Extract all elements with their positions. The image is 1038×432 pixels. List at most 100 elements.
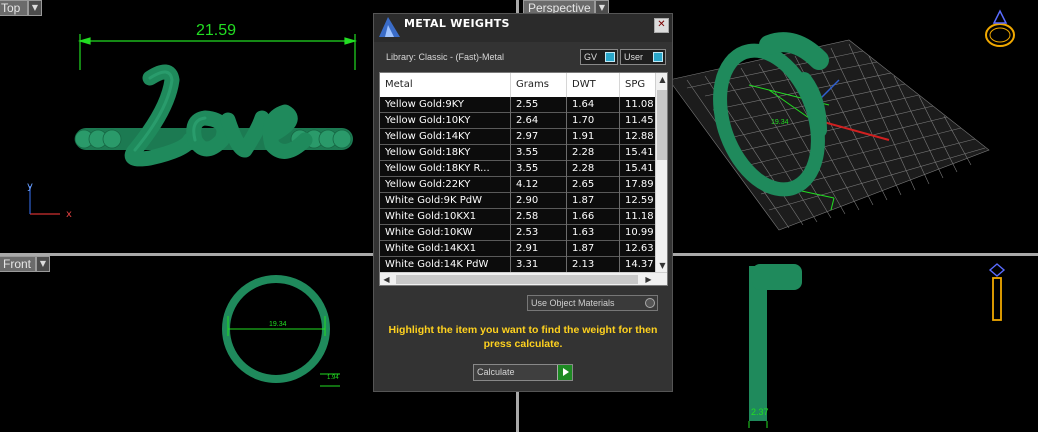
radio-icon (645, 298, 655, 308)
table-cell: 2.64 (511, 113, 567, 129)
metal-weights-logo-icon (379, 17, 400, 37)
table-cell: 14.37 (620, 257, 660, 273)
top-dimension-label: 21.59 (196, 22, 237, 39)
table-row[interactable]: White Gold:10KW 2.53 1.63 10.99 (380, 225, 660, 241)
svg-text:x: x (66, 209, 72, 220)
table-vertical-scrollbar[interactable]: ▲ ▼ (655, 73, 667, 273)
table-cell: 12.88 (620, 129, 660, 145)
table-cell: Yellow Gold:9KY (380, 97, 511, 113)
table-header: Metal Grams DWT SPG (380, 73, 660, 97)
table-cell: Yellow Gold:14KY (380, 129, 511, 145)
table-cell: 2.90 (511, 193, 567, 209)
table-cell: 1.66 (567, 209, 620, 225)
table-cell: 12.63 (620, 241, 660, 257)
table-cell: 1.87 (567, 193, 620, 209)
gv-toggle[interactable]: GV (580, 49, 618, 65)
close-icon[interactable]: ✕ (654, 18, 669, 33)
user-toggle[interactable]: User (620, 49, 666, 65)
viewport-label-front[interactable]: Front (0, 256, 36, 272)
scroll-left-icon[interactable]: ◀ (380, 273, 393, 285)
table-cell: 2.28 (567, 161, 620, 177)
scroll-down-icon[interactable]: ▼ (656, 259, 667, 273)
table-cell: 15.41 (620, 161, 660, 177)
table-cell: 3.55 (511, 145, 567, 161)
table-row[interactable]: White Gold:9K PdW 2.90 1.87 12.59 (380, 193, 660, 209)
viewport-label-top[interactable]: Top (0, 0, 28, 16)
table-cell: White Gold:10KW (380, 225, 511, 241)
table-cell: 17.89 (620, 177, 660, 193)
perspective-dimension-label: 19.34 (771, 119, 789, 126)
play-icon[interactable] (557, 365, 572, 380)
column-header-dwt[interactable]: DWT (567, 73, 620, 97)
use-object-materials-label: Use Object Materials (531, 298, 615, 308)
front-dimension-small-label: 1.94 (327, 375, 339, 381)
dialog-title: METAL WEIGHTS (404, 17, 510, 30)
ring-side (749, 264, 802, 421)
table-cell: 2.53 (511, 225, 567, 241)
column-header-grams[interactable]: Grams (511, 73, 567, 97)
table-cell: White Gold:10KX1 (380, 209, 511, 225)
table-cell: Yellow Gold:22KY (380, 177, 511, 193)
table-cell: 15.41 (620, 145, 660, 161)
table-cell: 2.13 (567, 257, 620, 273)
table-cell: White Gold:9K PdW (380, 193, 511, 209)
dialog-title-bar[interactable]: METAL WEIGHTS ✕ (374, 14, 672, 42)
table-cell: White Gold:14KX1 (380, 241, 511, 257)
svg-text:y: y (27, 181, 33, 192)
table-cell: 12.59 (620, 193, 660, 209)
table-row[interactable]: Yellow Gold:22KY 4.12 2.65 17.89 (380, 177, 660, 193)
table-cell: Yellow Gold:18KY (380, 145, 511, 161)
metal-table[interactable]: Metal Grams DWT SPG Yellow Gold:9KY 2.55 1… (379, 72, 668, 286)
table-row[interactable]: White Gold:10KX1 2.58 1.66 11.18 (380, 209, 660, 225)
ring-icon (985, 9, 1015, 47)
table-cell: 11.18 (620, 209, 660, 225)
vertical-scroll-thumb[interactable] (657, 90, 667, 160)
gv-toggle-knob (605, 52, 615, 62)
table-cell: 11.08 (620, 97, 660, 113)
table-horizontal-scrollbar[interactable]: ◀ ▶ (380, 272, 667, 285)
right-dimension-label: 2.37 (751, 407, 769, 417)
table-body: Yellow Gold:9KY 2.55 1.64 11.08 Yellow Gold:… (380, 97, 660, 273)
table-cell: White Gold:14K PdW (380, 257, 511, 273)
table-row[interactable]: Yellow Gold:18KY R... 3.55 2.28 15.41 (380, 161, 660, 177)
table-row[interactable]: White Gold:14KX1 2.91 1.87 12.63 (380, 241, 660, 257)
table-cell: 3.31 (511, 257, 567, 273)
table-cell: 2.55 (511, 97, 567, 113)
viewport-menu-top-icon[interactable]: ▼ (28, 0, 42, 16)
calculate-button[interactable]: Calculate (473, 364, 573, 381)
viewport-menu-front-icon[interactable]: ▼ (36, 256, 50, 272)
table-cell: 2.28 (567, 145, 620, 161)
table-row[interactable]: Yellow Gold:9KY 2.55 1.64 11.08 (380, 97, 660, 113)
perspective-grid (668, 39, 990, 231)
library-label: Library: Classic - (Fast)-Metal (386, 52, 505, 62)
table-cell: 2.97 (511, 129, 567, 145)
user-toggle-knob (653, 52, 663, 62)
use-object-materials-option[interactable]: Use Object Materials (527, 295, 658, 311)
table-row[interactable]: Yellow Gold:18KY 3.55 2.28 15.41 (380, 145, 660, 161)
table-cell: 1.64 (567, 97, 620, 113)
table-cell: 2.65 (567, 177, 620, 193)
scroll-right-icon[interactable]: ▶ (642, 273, 655, 285)
table-cell: 10.99 (620, 225, 660, 241)
table-row[interactable]: White Gold:14K PdW 3.31 2.13 14.37 (380, 257, 660, 273)
front-dimension-label: 19.34 (269, 321, 287, 328)
user-toggle-label: User (624, 52, 644, 62)
table-cell: 2.91 (511, 241, 567, 257)
calculate-label: Calculate (477, 367, 515, 377)
metal-weights-dialog[interactable]: METAL WEIGHTS ✕ Library: Classic - (Fast… (373, 13, 673, 392)
horizontal-scroll-thumb[interactable] (396, 275, 638, 284)
scroll-up-icon[interactable]: ▲ (656, 73, 667, 87)
instruction-text: Highlight the item you want to find the … (388, 324, 658, 350)
table-cell: 2.58 (511, 209, 567, 225)
column-header-metal[interactable]: Metal (380, 73, 511, 97)
table-cell: 1.87 (567, 241, 620, 257)
table-cell: 11.45 (620, 113, 660, 129)
right-dimension-line (748, 421, 768, 428)
gv-toggle-label: GV (584, 52, 598, 62)
table-row[interactable]: Yellow Gold:10KY 2.64 1.70 11.45 (380, 113, 660, 129)
table-row[interactable]: Yellow Gold:14KY 2.97 1.91 12.88 (380, 129, 660, 145)
axis-indicator-top: y x (27, 181, 72, 220)
column-header-spg[interactable]: SPG (620, 73, 660, 97)
table-cell: 1.70 (567, 113, 620, 129)
ring-side-icon (988, 263, 1006, 321)
